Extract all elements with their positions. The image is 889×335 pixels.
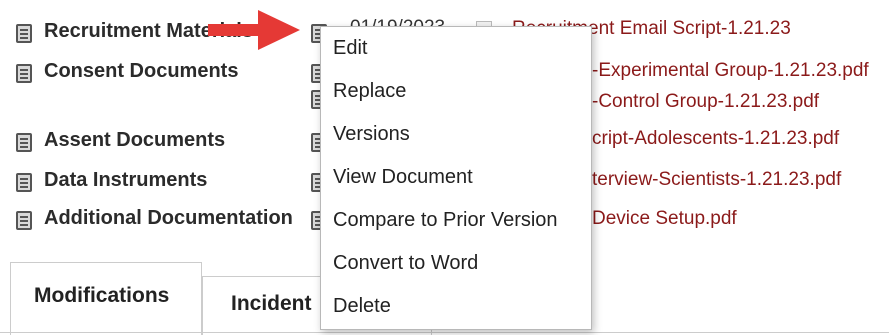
context-menu: Edit Replace Versions View Document Comp… xyxy=(320,26,592,330)
tab-divider xyxy=(0,332,889,333)
menu-item-delete[interactable]: Delete xyxy=(333,295,391,318)
menu-item-convert-to-word[interactable]: Convert to Word xyxy=(333,252,478,275)
category-additional-documentation[interactable]: Additional Documentation xyxy=(44,207,293,230)
menu-item-versions[interactable]: Versions xyxy=(333,123,410,146)
menu-item-view-document[interactable]: View Document xyxy=(333,166,473,189)
menu-item-edit[interactable]: Edit xyxy=(333,37,367,60)
document-icon xyxy=(16,173,32,192)
category-data-instruments[interactable]: Data Instruments xyxy=(44,169,207,192)
tab-modifications[interactable]: Modifications xyxy=(34,284,169,308)
menu-item-replace[interactable]: Replace xyxy=(333,80,406,103)
menu-item-compare[interactable]: Compare to Prior Version xyxy=(333,209,558,232)
annotation-arrow-icon xyxy=(208,10,300,50)
file-link[interactable]: -Control Group-1.21.23.pdf xyxy=(592,91,819,113)
document-icon xyxy=(16,24,32,43)
file-link[interactable]: cript-Adolescents-1.21.23.pdf xyxy=(592,128,839,150)
document-icon xyxy=(16,64,32,83)
document-icon xyxy=(16,133,32,152)
category-consent-documents[interactable]: Consent Documents xyxy=(44,60,238,83)
document-icon xyxy=(16,211,32,230)
file-link[interactable]: terview-Scientists-1.21.23.pdf xyxy=(592,169,841,191)
file-link[interactable]: Device Setup.pdf xyxy=(592,208,737,230)
category-assent-documents[interactable]: Assent Documents xyxy=(44,129,225,152)
tab-incident[interactable]: Incident xyxy=(231,292,312,316)
file-link[interactable]: -Experimental Group-1.21.23.pdf xyxy=(592,60,869,82)
